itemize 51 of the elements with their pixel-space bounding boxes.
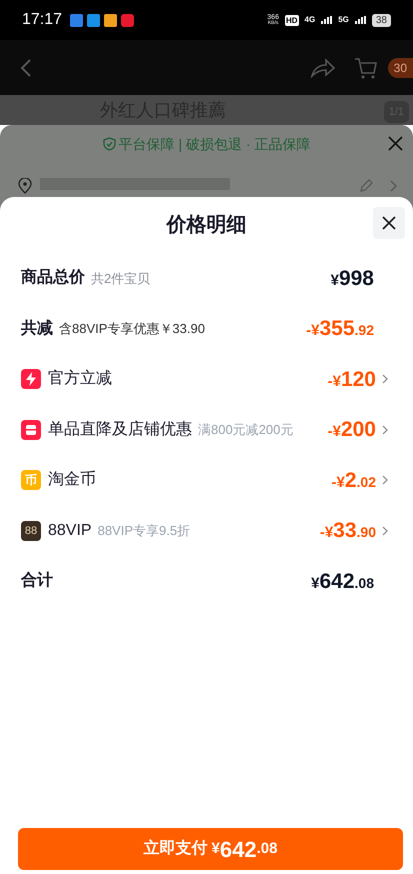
signal-icon [321, 16, 332, 24]
location-icon [18, 178, 32, 194]
discount-label: 88VIP [48, 520, 92, 541]
close-icon[interactable] [388, 136, 403, 151]
lightning-icon [21, 369, 41, 390]
row-label: 商品总价 [21, 267, 85, 288]
network-type: 5G [338, 14, 349, 26]
amount: -¥120 [328, 366, 376, 392]
amount: ¥642.08 [311, 568, 374, 594]
vip-icon: 88 [21, 520, 41, 541]
store-icon [21, 420, 41, 440]
chevron-icon[interactable] [382, 374, 388, 384]
discount-label: 淘金币 [48, 470, 96, 490]
amount: -¥2.02 [332, 468, 376, 494]
cart-icon[interactable] [354, 56, 378, 80]
pay-button[interactable]: 立即支付 ¥642.08 [18, 828, 403, 870]
chevron-icon[interactable] [382, 526, 388, 536]
network-type: 4G [304, 14, 316, 26]
shield-icon [102, 137, 116, 151]
amount: ¥998 [330, 266, 374, 292]
amount: -¥355.92 [306, 316, 374, 342]
discount-note: 满800元减200元 [198, 421, 294, 439]
hd-indicator: HD [284, 14, 299, 26]
sheet-title: 价格明细 [166, 213, 246, 238]
back-icon[interactable] [20, 58, 32, 78]
app-notification-icon [121, 14, 134, 26]
battery-indicator: 38 [372, 14, 391, 26]
close-button[interactable] [373, 207, 405, 239]
signal-icon [354, 16, 366, 24]
coin-icon: 币 [21, 470, 41, 490]
amount: -¥33.90 [320, 518, 376, 544]
row-label: 共减 [21, 318, 53, 339]
app-notification-icon [70, 14, 84, 26]
discount-label: 官方立减 [48, 368, 112, 390]
amount: -¥200 [328, 417, 376, 443]
chevron-icon[interactable] [390, 180, 397, 192]
app-notification-icon [104, 14, 118, 26]
chevron-icon[interactable] [382, 475, 388, 486]
discount-note: 88VIP专享9.5折 [98, 522, 190, 540]
app-notification-icon [87, 14, 100, 26]
row-label: 合计 [21, 570, 53, 592]
edit-icon[interactable] [359, 179, 373, 193]
status-time: 17:17 [22, 10, 62, 30]
guarantee-text: 平台保障 | 破损包退 · 正品保障 [118, 134, 310, 154]
chevron-icon[interactable] [382, 424, 388, 435]
cart-badge: 30 [388, 58, 413, 78]
row-note: 含88VIP专享优惠￥33.90 [59, 320, 205, 338]
close-icon [382, 216, 396, 230]
share-icon[interactable] [310, 58, 336, 78]
row-note: 共2件宝贝 [91, 270, 150, 288]
discount-label: 单品直降及店铺优惠 [48, 420, 192, 440]
